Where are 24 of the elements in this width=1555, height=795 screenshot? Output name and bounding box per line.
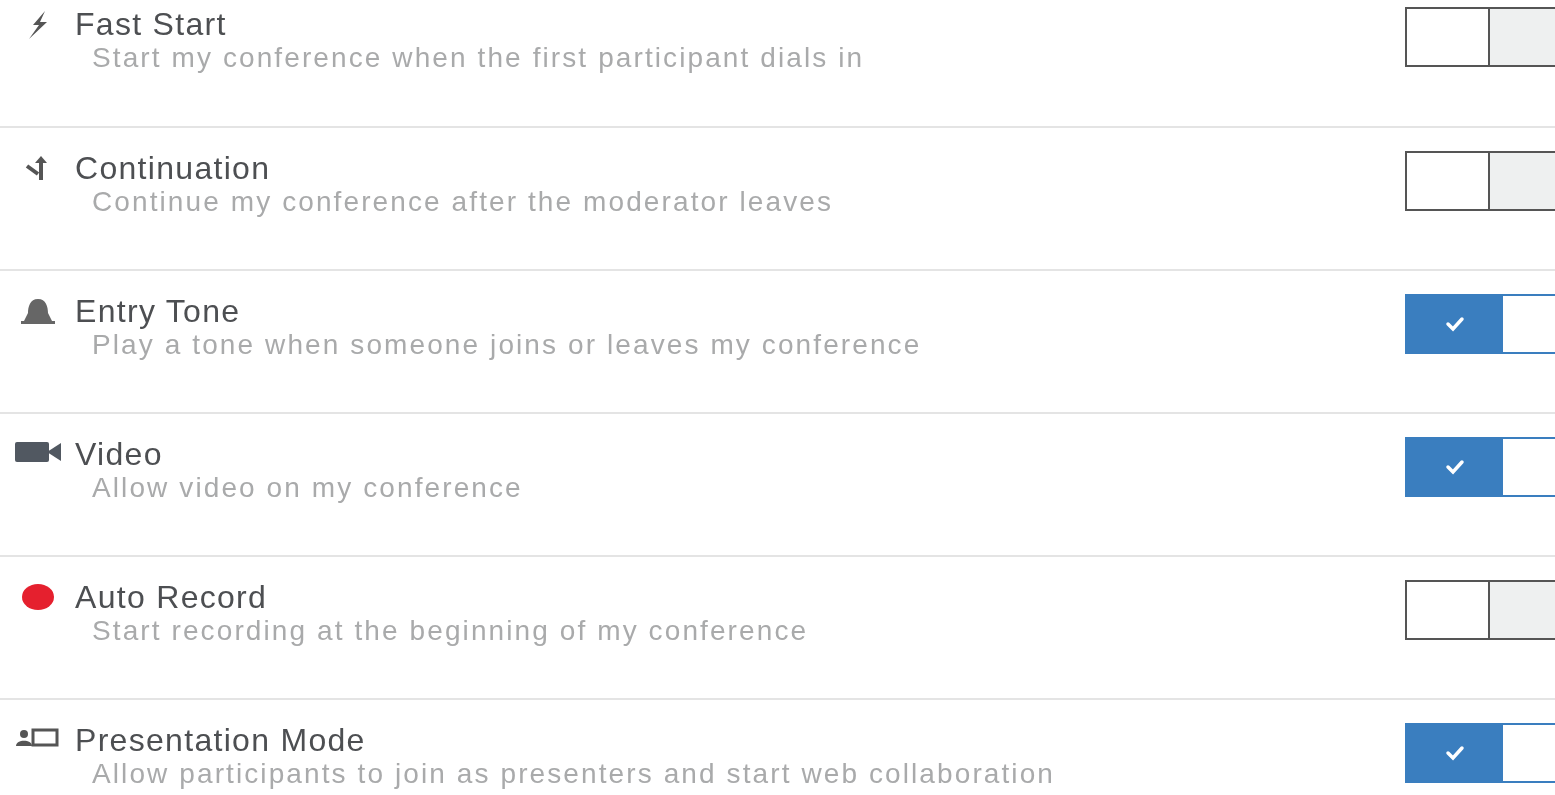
setting-title: Continuation <box>75 150 272 186</box>
record-dot-icon <box>20 583 55 611</box>
toggle-switch[interactable] <box>1405 151 1555 211</box>
setting-description: Continue my conference after the moderator leaves <box>92 186 834 218</box>
setting-description: Allow participants to join as presenters and start web collaboration <box>92 758 1056 790</box>
setting-description: Allow video on my conference <box>92 472 523 504</box>
toggle-switch[interactable] <box>1405 294 1555 354</box>
setting-title: Presentation Mode <box>75 722 367 758</box>
setting-title: Auto Record <box>75 579 269 615</box>
checkmark-icon <box>1445 459 1465 475</box>
setting-title: Entry Tone <box>75 293 242 329</box>
setting-description: Start my conference when the first participant dials in <box>92 42 865 74</box>
toggle-switch[interactable] <box>1405 580 1555 640</box>
setting-title: Video <box>75 436 164 472</box>
toggle-switch[interactable] <box>1405 437 1555 497</box>
toggle-switch[interactable] <box>1405 7 1555 67</box>
setting-description: Play a tone when someone joins or leaves my conference <box>92 329 922 361</box>
checkmark-icon <box>1445 316 1465 332</box>
presenter-icon <box>15 726 60 748</box>
toggle-switch[interactable] <box>1405 723 1555 783</box>
setting-description: Start recording at the beginning of my conference <box>92 615 809 647</box>
checkmark-icon <box>1445 745 1465 761</box>
setting-title: Fast Start <box>75 6 228 42</box>
video-camera-icon <box>14 440 61 464</box>
